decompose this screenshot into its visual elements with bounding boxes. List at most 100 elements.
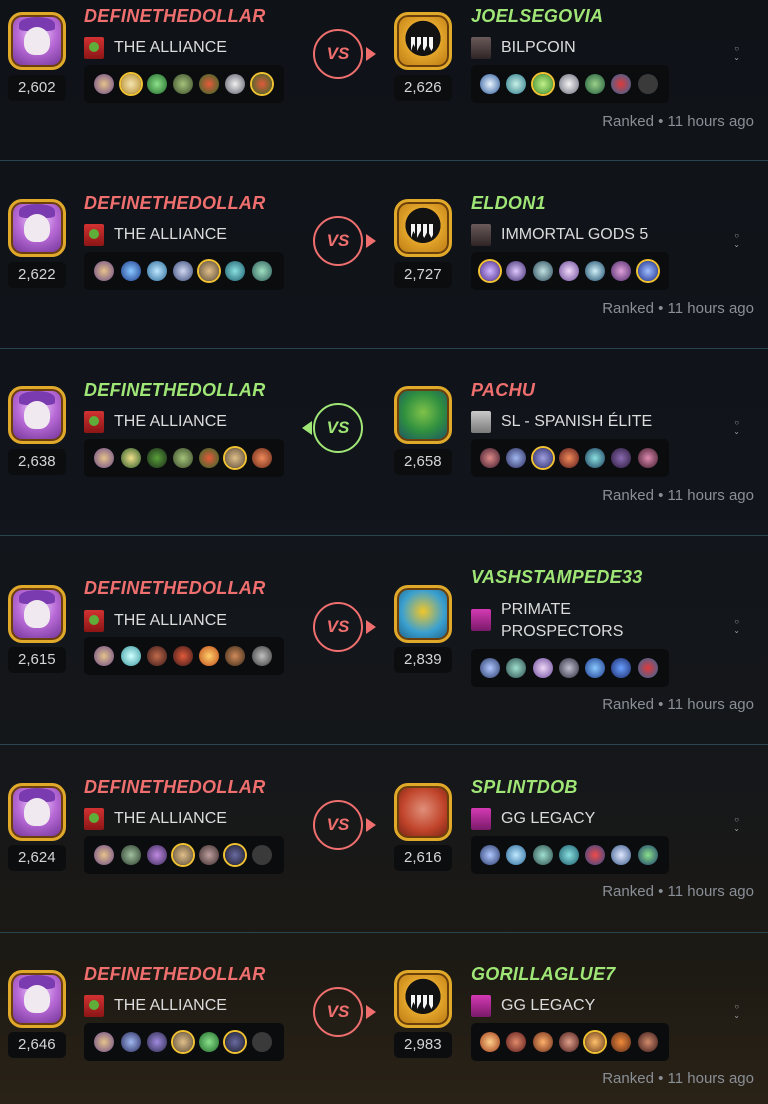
battle-row[interactable]: 2,615 DEFINETHEDOLLAR THE ALLIANCE VS 2,… bbox=[0, 536, 768, 745]
guild-banner-icon bbox=[471, 37, 491, 59]
monster-icon bbox=[506, 448, 526, 468]
expand-chevron-icon[interactable]: ○ ⌄ bbox=[733, 815, 740, 833]
monster-icon bbox=[94, 1032, 114, 1052]
battle-meta: Ranked • 11 hours ago bbox=[602, 300, 754, 317]
opponent-team bbox=[471, 439, 669, 477]
player-name[interactable]: DEFINETHEDOLLAR bbox=[84, 578, 266, 599]
player-name[interactable]: DEFINETHEDOLLAR bbox=[84, 380, 266, 401]
monster-icon bbox=[252, 1032, 272, 1052]
battle-row[interactable]: 2,646 DEFINETHEDOLLAR THE ALLIANCE VS 2,… bbox=[0, 933, 768, 1104]
monster-icon bbox=[147, 261, 167, 281]
monster-icon bbox=[559, 448, 579, 468]
opponent-guild[interactable]: BILPCOIN bbox=[501, 37, 576, 59]
monster-icon bbox=[585, 261, 605, 281]
monster-icon bbox=[506, 845, 526, 865]
opponent-team bbox=[471, 836, 669, 874]
player-name[interactable]: DEFINETHEDOLLAR bbox=[84, 964, 266, 985]
guild-banner-icon bbox=[471, 411, 491, 433]
monster-icon bbox=[252, 646, 272, 666]
opponent-team bbox=[471, 65, 669, 103]
monster-icon bbox=[585, 1032, 605, 1052]
player-guild[interactable]: THE ALLIANCE bbox=[114, 610, 227, 632]
player-rating: 2,624 bbox=[8, 845, 66, 871]
monster-icon bbox=[585, 658, 605, 678]
battle-meta: Ranked • 11 hours ago bbox=[602, 1070, 754, 1087]
opponent-guild[interactable]: SL - SPANISH ÉLITE bbox=[501, 411, 652, 433]
opponent-name[interactable]: JOELSEGOVIA bbox=[471, 6, 603, 27]
battle-row[interactable]: 2,638 DEFINETHEDOLLAR THE ALLIANCE VS 2,… bbox=[0, 349, 768, 536]
vs-badge: VS bbox=[313, 29, 363, 79]
player-rating: 2,638 bbox=[8, 449, 66, 475]
player-team bbox=[84, 1023, 284, 1061]
monster-icon bbox=[533, 74, 553, 94]
monster-icon bbox=[94, 261, 114, 281]
expand-chevron-icon[interactable]: ○ ⌄ bbox=[733, 231, 740, 249]
opponent-guild-line1: PRIMATE bbox=[501, 601, 571, 618]
opponent-name[interactable]: GORILLAGLUE7 bbox=[471, 964, 616, 985]
battle-row[interactable]: 2,622 DEFINETHEDOLLAR THE ALLIANCE VS 2,… bbox=[0, 162, 768, 349]
opponent-name[interactable]: ELDON1 bbox=[471, 193, 546, 214]
monster-icon bbox=[121, 448, 141, 468]
monster-icon bbox=[199, 845, 219, 865]
opponent-guild[interactable]: GG LEGACY bbox=[501, 995, 595, 1017]
opponent-guild[interactable]: IMMORTAL GODS 5 bbox=[501, 224, 648, 246]
player-guild[interactable]: THE ALLIANCE bbox=[114, 37, 227, 59]
monster-icon bbox=[611, 658, 631, 678]
expand-chevron-icon[interactable]: ○ ⌄ bbox=[733, 617, 740, 635]
result-arrow-icon bbox=[302, 421, 312, 435]
player-guild[interactable]: THE ALLIANCE bbox=[114, 411, 227, 433]
monster-icon bbox=[225, 74, 245, 94]
monster-icon bbox=[506, 261, 526, 281]
player-name[interactable]: DEFINETHEDOLLAR bbox=[84, 193, 266, 214]
player-guild[interactable]: THE ALLIANCE bbox=[114, 224, 227, 246]
player-avatar bbox=[8, 970, 66, 1028]
monster-icon bbox=[611, 261, 631, 281]
player-team bbox=[84, 836, 284, 874]
opponent-avatar bbox=[394, 585, 452, 643]
expand-chevron-icon[interactable]: ○ ⌄ bbox=[733, 44, 740, 62]
monster-icon bbox=[121, 646, 141, 666]
opponent-guild[interactable]: PRIMATE PROSPECTORS bbox=[501, 599, 623, 643]
opponent-avatar bbox=[394, 12, 452, 70]
player-team bbox=[84, 252, 284, 290]
monster-icon bbox=[559, 658, 579, 678]
monster-icon bbox=[559, 261, 579, 281]
player-rating: 2,602 bbox=[8, 75, 66, 101]
monster-icon bbox=[199, 1032, 219, 1052]
monster-icon bbox=[252, 845, 272, 865]
guild-banner-icon bbox=[471, 995, 491, 1017]
opponent-name[interactable]: SPLINTDOB bbox=[471, 777, 578, 798]
monster-icon bbox=[225, 845, 245, 865]
monster-icon bbox=[638, 1032, 658, 1052]
monster-icon bbox=[611, 448, 631, 468]
monster-icon bbox=[252, 261, 272, 281]
result-arrow-icon bbox=[366, 1005, 376, 1019]
result-arrow-icon bbox=[366, 47, 376, 61]
battle-row[interactable]: 2,624 DEFINETHEDOLLAR THE ALLIANCE VS 2,… bbox=[0, 746, 768, 933]
player-team bbox=[84, 439, 284, 477]
monster-icon bbox=[638, 658, 658, 678]
monster-icon bbox=[173, 646, 193, 666]
player-name[interactable]: DEFINETHEDOLLAR bbox=[84, 777, 266, 798]
monster-icon bbox=[585, 74, 605, 94]
monster-icon bbox=[147, 448, 167, 468]
opponent-name[interactable]: VASHSTAMPEDE33 bbox=[471, 567, 643, 588]
expand-chevron-icon[interactable]: ○ ⌄ bbox=[733, 418, 740, 436]
player-guild[interactable]: THE ALLIANCE bbox=[114, 995, 227, 1017]
battle-meta: Ranked • 11 hours ago bbox=[602, 487, 754, 504]
opponent-rating: 2,727 bbox=[394, 262, 452, 288]
opponent-name[interactable]: PACHU bbox=[471, 380, 535, 401]
monster-icon bbox=[94, 448, 114, 468]
monster-icon bbox=[199, 74, 219, 94]
monster-icon bbox=[480, 1032, 500, 1052]
player-team bbox=[84, 65, 284, 103]
player-guild[interactable]: THE ALLIANCE bbox=[114, 808, 227, 830]
monster-icon bbox=[94, 646, 114, 666]
player-name[interactable]: DEFINETHEDOLLAR bbox=[84, 6, 266, 27]
opponent-guild[interactable]: GG LEGACY bbox=[501, 808, 595, 830]
guild-banner-icon bbox=[471, 609, 491, 631]
battle-row[interactable]: 2,602 DEFINETHEDOLLAR THE ALLIANCE VS 2,… bbox=[0, 0, 768, 161]
vs-badge: VS bbox=[313, 602, 363, 652]
monster-icon bbox=[225, 1032, 245, 1052]
expand-chevron-icon[interactable]: ○ ⌄ bbox=[733, 1002, 740, 1020]
